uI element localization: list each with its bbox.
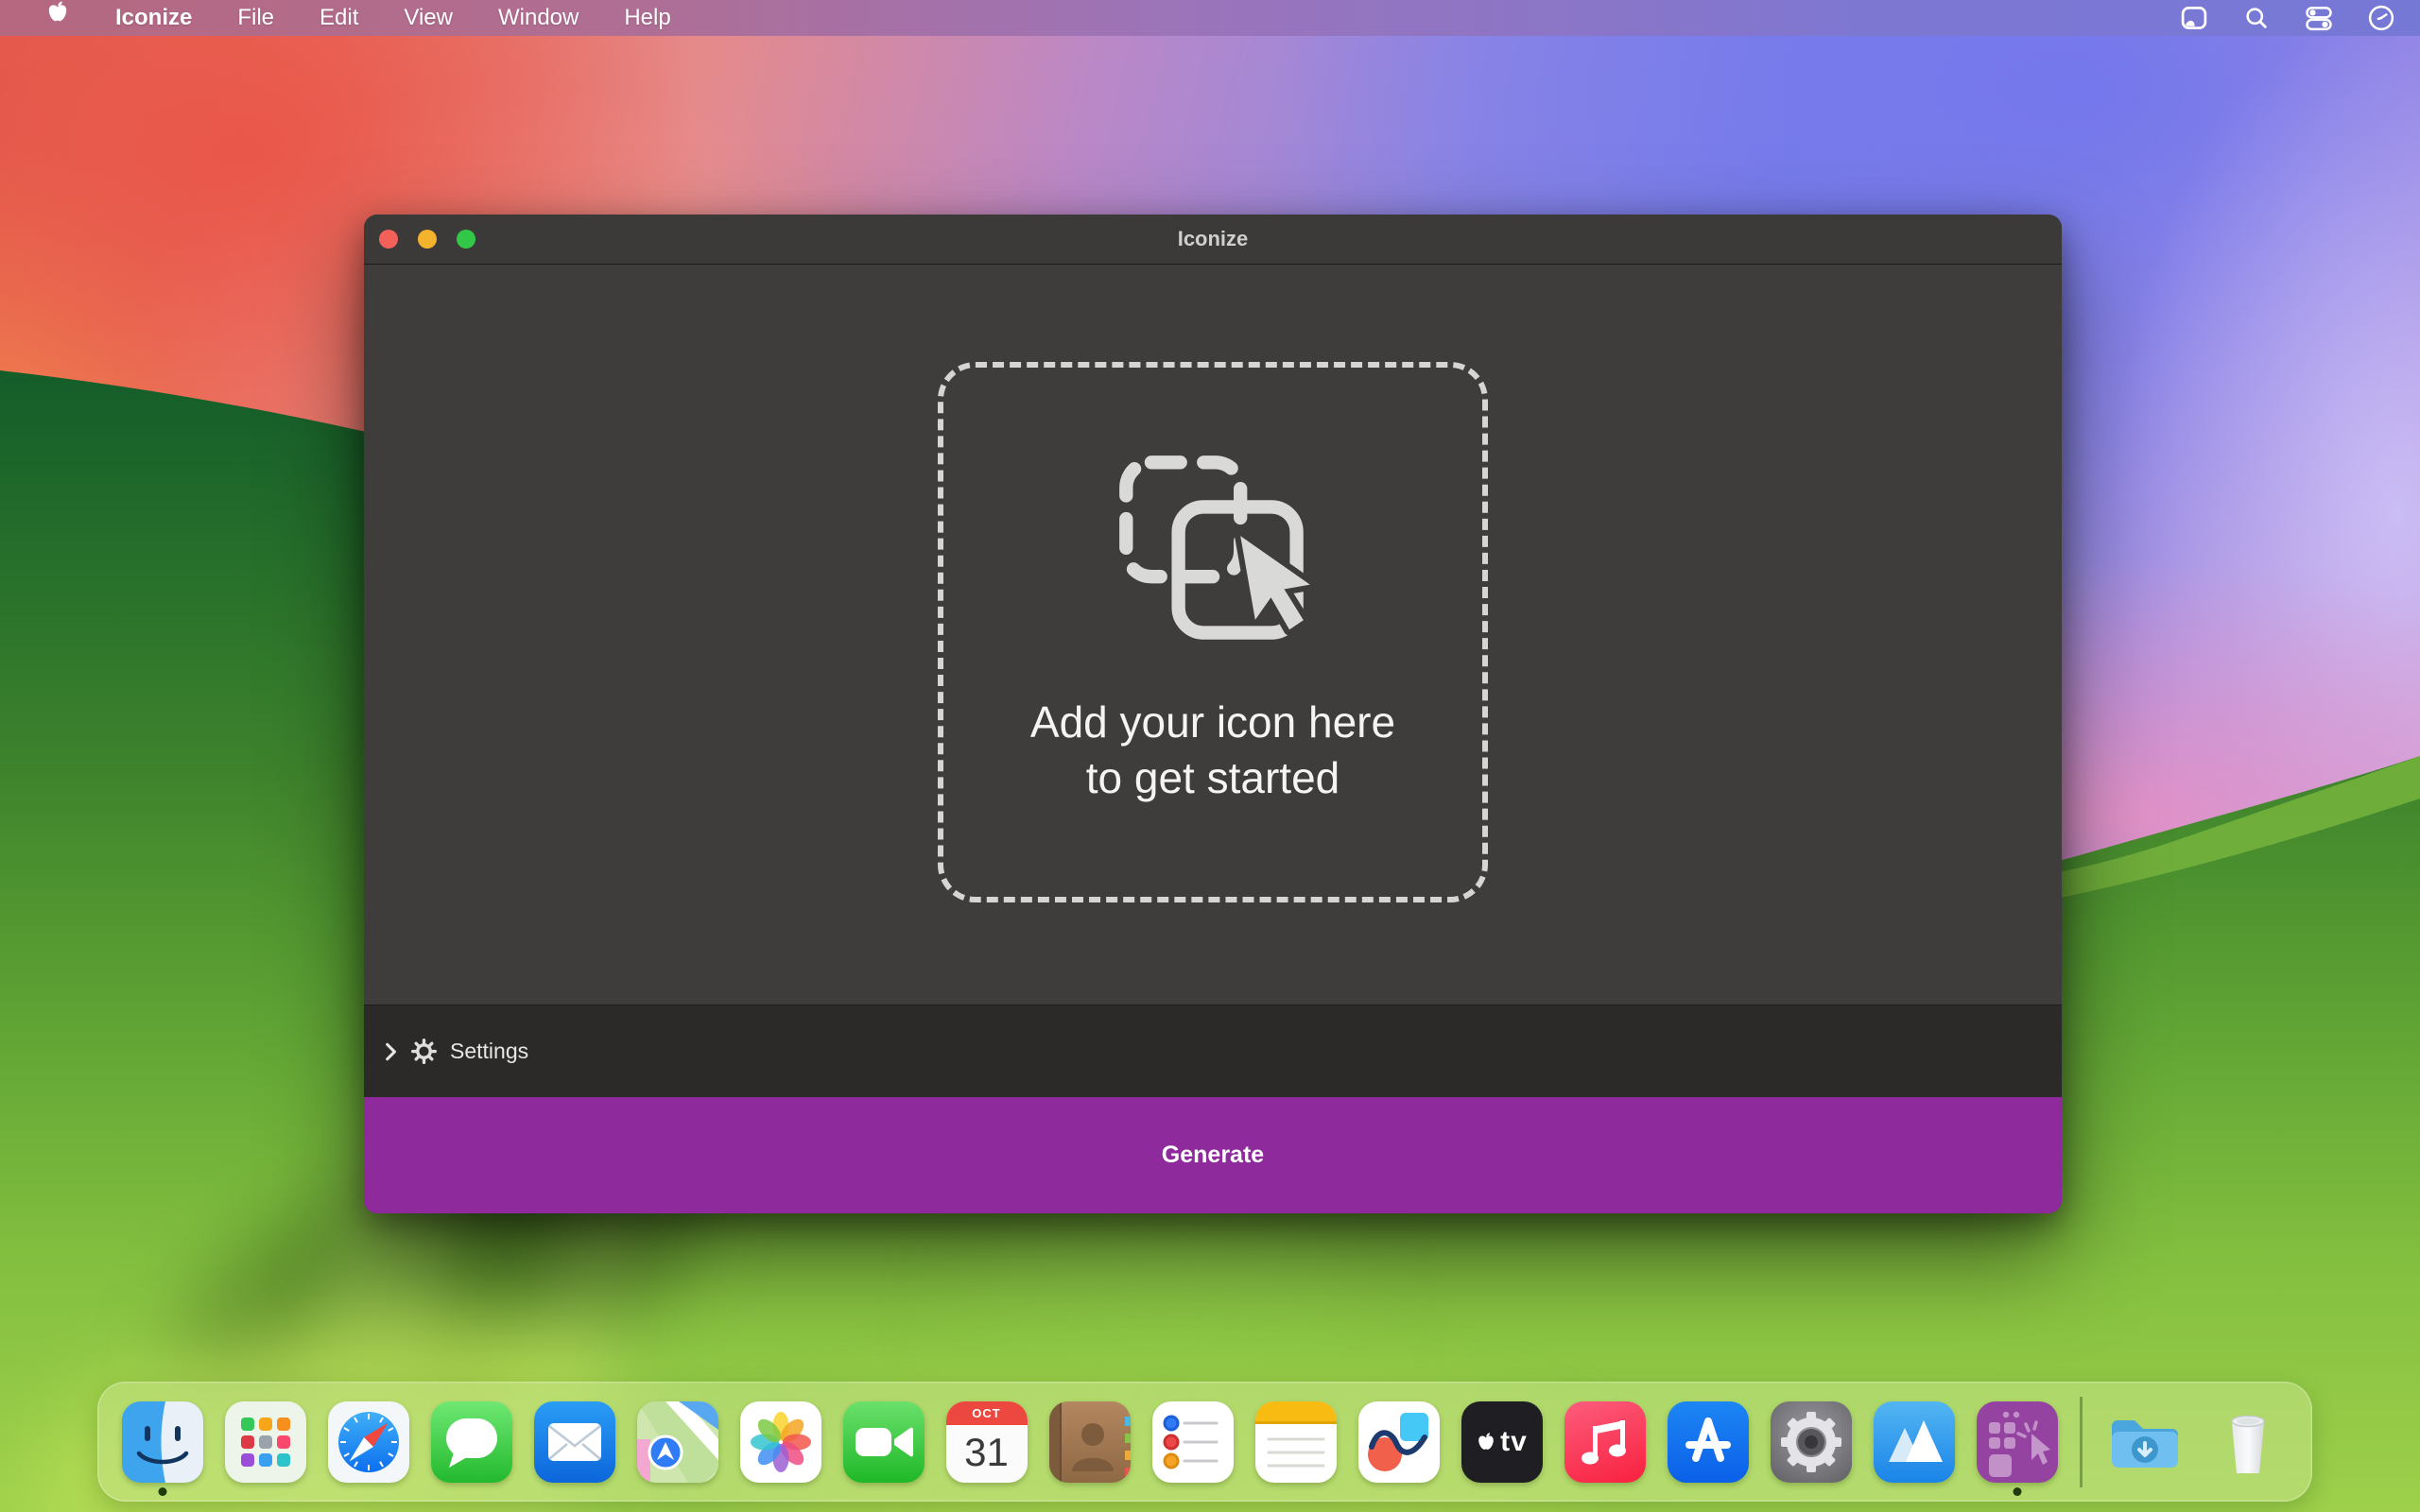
settings-label: Settings (450, 1039, 528, 1064)
menu-window[interactable]: Window (477, 0, 599, 36)
clock-icon[interactable] (2367, 4, 2395, 32)
wallpaper-highlight (964, 1228, 1361, 1399)
menu-bar: Iconize File Edit View Window Help (0, 0, 2420, 36)
dock-item-trash[interactable] (2207, 1401, 2289, 1483)
dock-item-iconize[interactable] (1977, 1401, 2058, 1483)
dropzone-label-line1: Add your icon here (1030, 695, 1395, 750)
dock-item-freeform[interactable] (1358, 1401, 1440, 1483)
dock-item-notes[interactable] (1255, 1401, 1337, 1483)
control-center-icon[interactable] (2305, 4, 2333, 32)
dropzone-label: Add your icon here to get started (1030, 695, 1395, 806)
minimize-button[interactable] (418, 230, 437, 249)
gear-icon (411, 1039, 437, 1064)
screen-mirroring-icon[interactable] (2180, 4, 2208, 32)
dock-item-maps[interactable] (637, 1401, 718, 1483)
dock-item-downloads[interactable] (2104, 1401, 2186, 1483)
dock-item-system-settings[interactable] (1771, 1401, 1852, 1483)
dock-item-photos[interactable] (740, 1401, 821, 1483)
window-titlebar[interactable]: Iconize (364, 215, 2062, 265)
dock-separator (2080, 1397, 2083, 1487)
dock-item-app-store[interactable] (1668, 1401, 1749, 1483)
calendar-month: OCT (946, 1401, 1028, 1425)
dock-item-safari[interactable] (328, 1401, 409, 1483)
menu-app-name[interactable]: Iconize (95, 0, 213, 36)
generate-label: Generate (1162, 1142, 1264, 1169)
dock-item-contacts[interactable] (1049, 1401, 1131, 1483)
dock-item-messages[interactable] (431, 1401, 512, 1483)
add-icon-illustration (1116, 451, 1310, 649)
menu-view[interactable]: View (383, 0, 474, 36)
dock-item-reminders[interactable] (1152, 1401, 1234, 1483)
dock-item-calendar[interactable]: OCT 31 (946, 1401, 1028, 1483)
calendar-day: 31 (964, 1425, 1009, 1480)
dock-item-apple-tv[interactable]: tv (1461, 1401, 1543, 1483)
settings-disclosure-row[interactable]: Settings (364, 1005, 2062, 1097)
dropzone-label-line2: to get started (1030, 750, 1395, 806)
dock: OCT 31 (97, 1382, 2312, 1502)
generate-button[interactable]: Generate (364, 1097, 2062, 1213)
menu-bar-status (2180, 4, 2420, 32)
apple-tv-label: tv (1500, 1426, 1528, 1458)
dock-item-launchpad[interactable] (225, 1401, 306, 1483)
apple-menu[interactable] (25, 0, 91, 36)
menu-bar-left: Iconize File Edit View Window Help (0, 0, 692, 36)
iconize-window: Iconize Add your icon here to get starte… (364, 215, 2062, 1213)
spotlight-search-icon[interactable] (2242, 4, 2271, 32)
dock-item-mail[interactable] (534, 1401, 615, 1483)
window-title: Iconize (364, 215, 2062, 264)
dock-item-mountains[interactable] (1874, 1401, 1955, 1483)
apple-logo-icon (1476, 1430, 1496, 1454)
menu-edit[interactable]: Edit (299, 0, 379, 36)
dock-item-music[interactable] (1564, 1401, 1646, 1483)
icon-drop-zone[interactable]: Add your icon here to get started (938, 362, 1488, 902)
dock-item-finder[interactable] (122, 1401, 203, 1483)
zoom-button[interactable] (457, 230, 475, 249)
apple-logo-icon (45, 0, 70, 25)
close-button[interactable] (379, 230, 398, 249)
menu-help[interactable]: Help (603, 0, 691, 36)
chevron-right-icon (383, 1041, 398, 1062)
dock-item-facetime[interactable] (843, 1401, 925, 1483)
menu-file[interactable]: File (216, 0, 295, 36)
